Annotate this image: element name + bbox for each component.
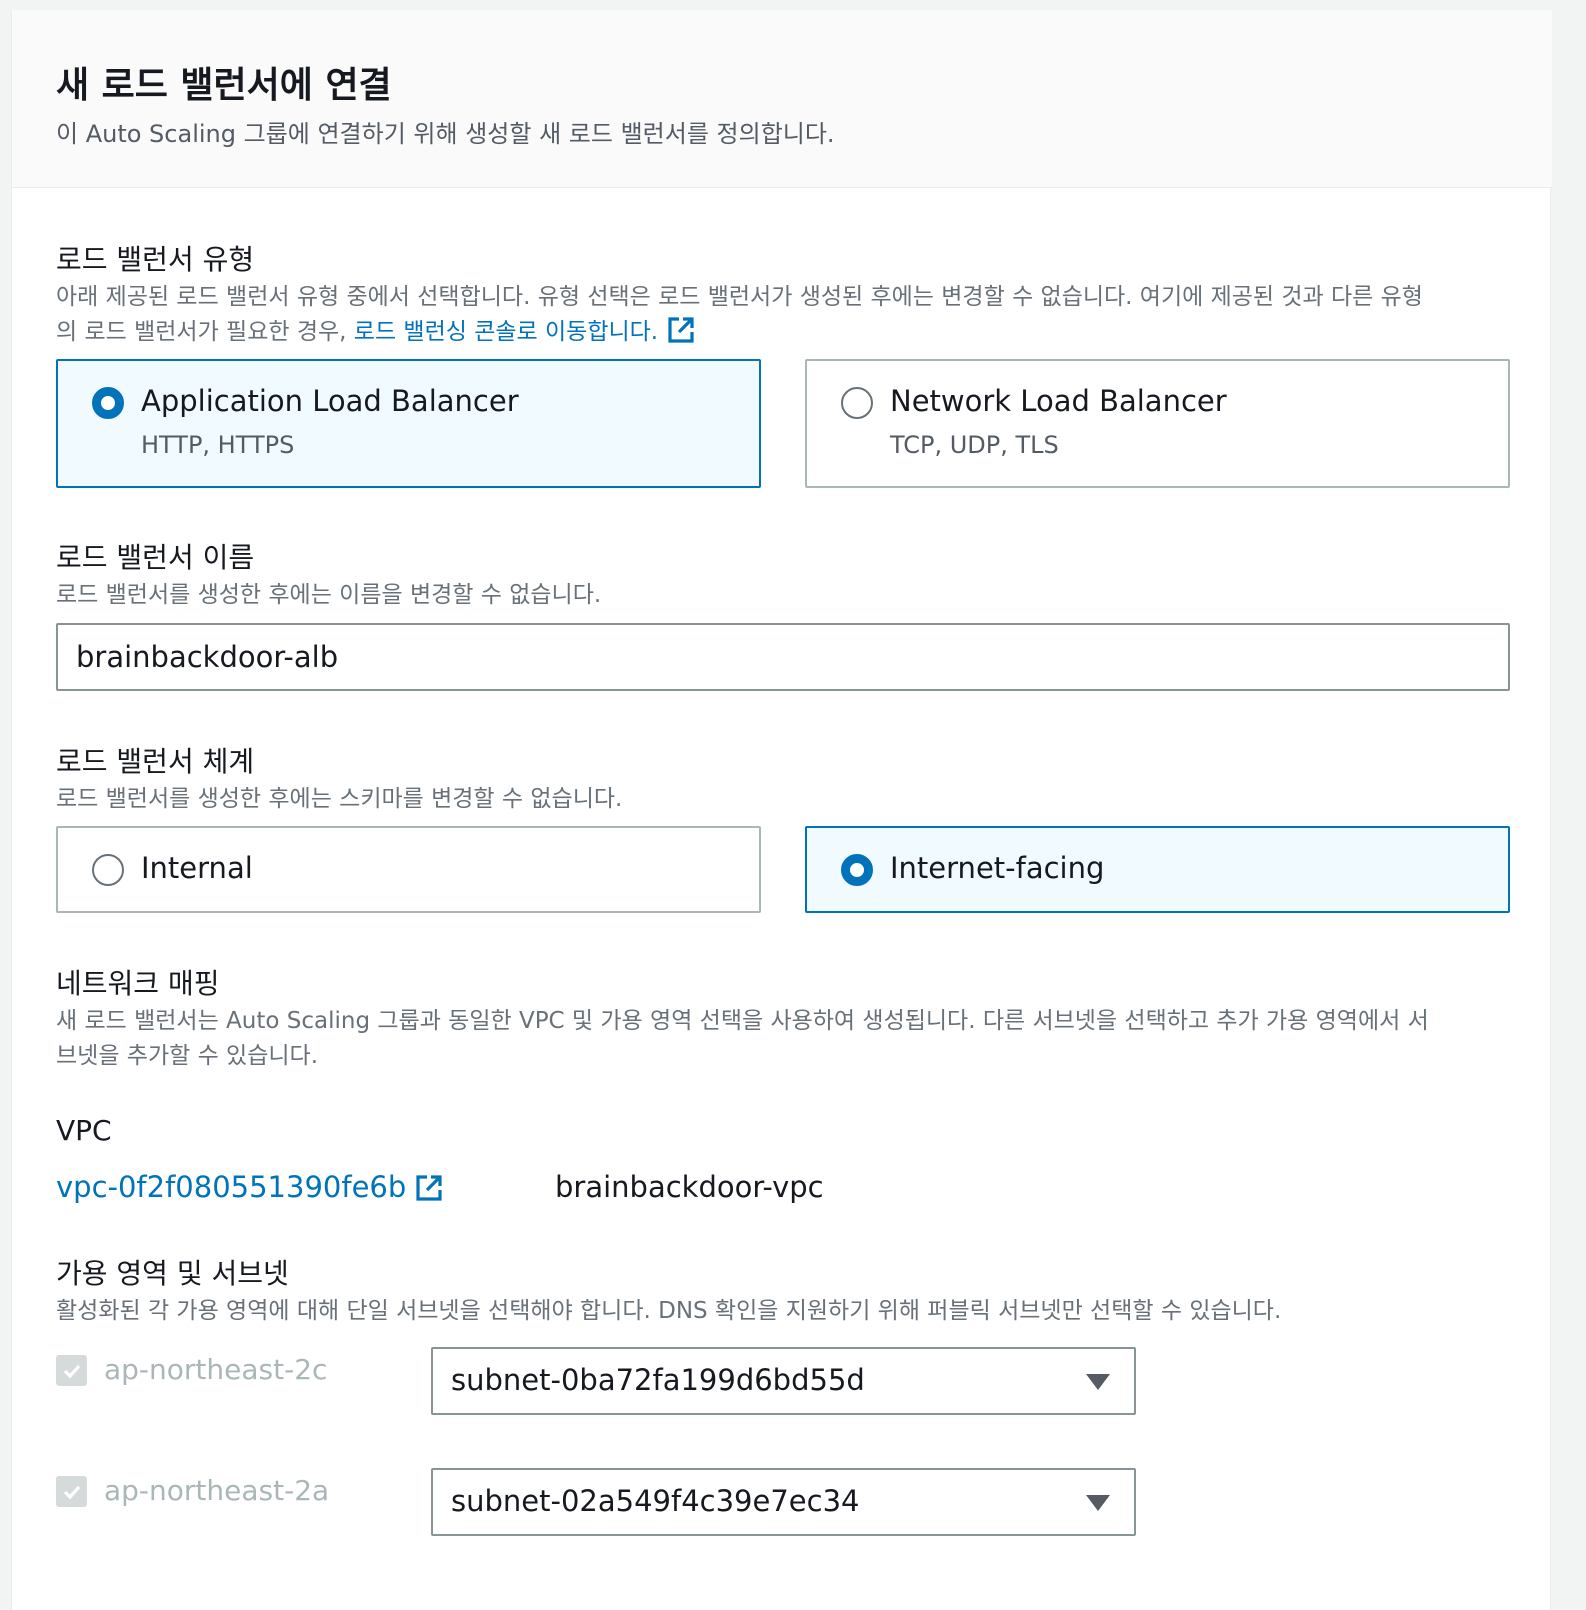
radio-icon-nlb[interactable] <box>841 387 873 419</box>
load-balancer-panel: 새 로드 밸런서에 연결 이 Auto Scaling 그룹에 연결하기 위해 … <box>11 10 1552 1610</box>
caret-down-icon <box>1086 1495 1110 1511</box>
lb-type-option-alb[interactable]: Application Load Balancer HTTP, HTTPS <box>56 359 761 488</box>
lb-scheme-option-internet-facing[interactable]: Internet-facing <box>805 826 1510 913</box>
internet-facing-title: Internet-facing <box>890 851 1105 885</box>
vpc-id-link[interactable]: vpc-0f2f080551390fe6b <box>56 1170 444 1204</box>
lb-name-description: 로드 밸런서를 생성한 후에는 이름을 변경할 수 없습니다. <box>56 582 602 608</box>
check-icon <box>63 1364 80 1378</box>
panel-description: 이 Auto Scaling 그룹에 연결하기 위해 생성할 새 로드 밸런서를… <box>56 120 835 148</box>
lb-type-description: 아래 제공된 로드 밸런서 유형 중에서 선택합니다. 유형 선택은 로드 밸런… <box>56 280 1516 350</box>
nlb-title: Network Load Balancer <box>890 384 1227 418</box>
lb-console-link[interactable]: 로드 밸런싱 콘솔로 이동합니다. <box>353 317 696 345</box>
vpc-name: brainbackdoor-vpc <box>555 1170 824 1204</box>
lb-type-option-nlb[interactable]: Network Load Balancer TCP, UDP, TLS <box>805 359 1510 488</box>
network-mapping-label: 네트워크 매핑 <box>56 967 220 1000</box>
lb-scheme-label: 로드 밸런서 체계 <box>56 745 255 778</box>
az-label-ap-northeast-2c: ap-northeast-2c <box>104 1353 328 1386</box>
az-subnets-description: 활성화된 각 가용 영역에 대해 단일 서브넷을 선택해야 합니다. DNS 확… <box>56 1298 1282 1324</box>
internal-title: Internal <box>141 851 253 885</box>
checkbox-icon-ap-northeast-2c[interactable] <box>56 1355 87 1386</box>
network-mapping-description: 새 로드 밸런서는 Auto Scaling 그룹과 동일한 VPC 및 가용 … <box>56 1004 1516 1074</box>
lb-name-input[interactable]: brainbackdoor-alb <box>56 623 1510 691</box>
vpc-label: VPC <box>56 1114 112 1147</box>
az-subnets-label: 가용 영역 및 서브넷 <box>56 1257 289 1290</box>
check-icon <box>63 1485 80 1499</box>
lb-type-label: 로드 밸런서 유형 <box>56 243 255 276</box>
alb-title: Application Load Balancer <box>141 384 519 418</box>
radio-icon-internal[interactable] <box>92 854 124 886</box>
external-link-icon <box>668 317 694 343</box>
radio-icon-internet-facing[interactable] <box>841 854 873 886</box>
panel-title: 새 로드 밸런서에 연결 <box>56 65 392 106</box>
lb-scheme-option-internal[interactable]: Internal <box>56 826 761 913</box>
external-link-icon <box>416 1175 442 1201</box>
subnet-select-ap-northeast-2c[interactable]: subnet-0ba72fa199d6bd55d <box>431 1347 1136 1415</box>
nlb-protocols: TCP, UDP, TLS <box>890 431 1059 459</box>
lb-name-label: 로드 밸런서 이름 <box>56 541 255 574</box>
radio-icon-alb[interactable] <box>92 387 124 419</box>
network-mapping-description-line1: 새 로드 밸런서는 Auto Scaling 그룹과 동일한 VPC 및 가용 … <box>56 1008 1429 1034</box>
subnet-select-ap-northeast-2a[interactable]: subnet-02a549f4c39e7ec34 <box>431 1468 1136 1536</box>
az-label-ap-northeast-2a: ap-northeast-2a <box>104 1474 330 1507</box>
caret-down-icon <box>1086 1374 1110 1390</box>
vpc-id: vpc-0f2f080551390fe6b <box>56 1170 407 1204</box>
lb-console-link-label: 로드 밸런싱 콘솔로 이동합니다. <box>353 319 659 345</box>
lb-type-description-line2: 의 로드 밸런서가 필요한 경우, <box>56 319 354 345</box>
subnet-select-value: subnet-0ba72fa199d6bd55d <box>451 1363 865 1397</box>
alb-protocols: HTTP, HTTPS <box>141 431 295 459</box>
lb-scheme-description: 로드 밸런서를 생성한 후에는 스키마를 변경할 수 없습니다. <box>56 786 623 812</box>
subnet-select-value: subnet-02a549f4c39e7ec34 <box>451 1484 860 1518</box>
lb-type-description-line1: 아래 제공된 로드 밸런서 유형 중에서 선택합니다. 유형 선택은 로드 밸런… <box>56 284 1423 310</box>
panel-header: 새 로드 밸런서에 연결 이 Auto Scaling 그룹에 연결하기 위해 … <box>12 10 1552 188</box>
network-mapping-description-line2: 브넷을 추가할 수 있습니다. <box>56 1043 319 1069</box>
checkbox-icon-ap-northeast-2a[interactable] <box>56 1476 87 1507</box>
